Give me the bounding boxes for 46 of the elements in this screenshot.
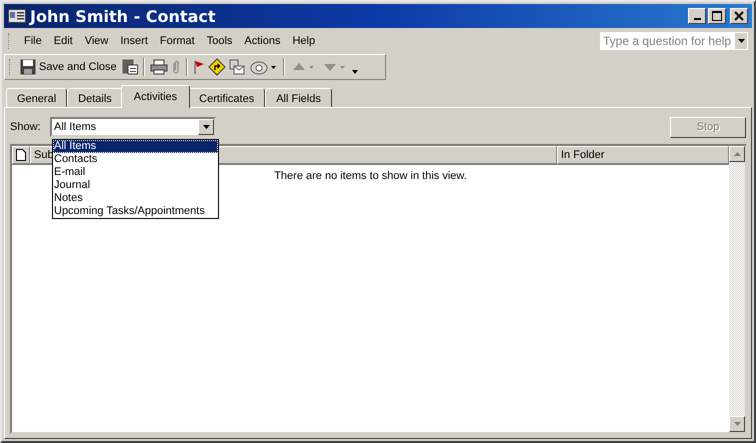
- menu-item[interactable]: Format: [154, 33, 201, 49]
- column-header[interactable]: In Folder: [557, 146, 729, 164]
- tab[interactable]: All Fields: [265, 88, 332, 108]
- dropdown-option[interactable]: Upcoming Tasks/Appointments: [53, 205, 218, 218]
- paperclip-icon[interactable]: [170, 59, 181, 75]
- scroll-down-icon: [734, 422, 740, 426]
- menu-item[interactable]: Help: [286, 33, 322, 49]
- help-search-field[interactable]: Type a question for help: [600, 32, 748, 50]
- caret-icon: [202, 125, 210, 129]
- flag-icon[interactable]: [192, 59, 205, 75]
- scroll-up-icon: [734, 152, 740, 156]
- vertical-scrollbar[interactable]: [729, 146, 745, 432]
- toolbar-options-icon[interactable]: [352, 69, 358, 75]
- show-label: Show:: [10, 121, 42, 133]
- dropdown-option[interactable]: Contacts: [53, 153, 218, 166]
- dropdown-option[interactable]: Notes: [53, 192, 218, 205]
- menu-item[interactable]: Insert: [114, 33, 154, 49]
- diamond-arrow-icon[interactable]: [208, 58, 226, 76]
- close-icon: [734, 11, 744, 21]
- tab[interactable]: General: [6, 88, 68, 108]
- tab[interactable]: Certificates: [188, 88, 266, 108]
- print-icon[interactable]: [150, 59, 168, 75]
- minimize-icon: [694, 18, 700, 20]
- card-envelope-icon[interactable]: [228, 59, 245, 75]
- empty-list-message: There are no items to show in this view.: [274, 170, 467, 182]
- tab[interactable]: Details: [67, 88, 123, 108]
- save-card-icon[interactable]: [122, 59, 138, 75]
- maximize-icon: [712, 11, 722, 21]
- menu-item[interactable]: View: [78, 33, 114, 49]
- menu-item[interactable]: File: [18, 33, 48, 49]
- maximize-button[interactable]: [708, 8, 726, 24]
- minimize-button[interactable]: [688, 8, 706, 24]
- caret-icon: [738, 39, 744, 43]
- page-icon: [16, 149, 26, 161]
- menu-item[interactable]: Edit: [48, 33, 79, 49]
- menu-item[interactable]: Tools: [200, 33, 238, 49]
- close-button[interactable]: [730, 8, 748, 24]
- tab[interactable]: Activities: [120, 85, 190, 108]
- item-type-header[interactable]: [12, 146, 30, 164]
- contact-card-icon: [8, 9, 26, 23]
- menu-item[interactable]: Actions: [238, 33, 286, 49]
- window-title: John Smith - Contact: [30, 6, 216, 26]
- dropdown-option[interactable]: E-mail: [53, 166, 218, 179]
- show-dropdown[interactable]: All Items: [50, 117, 216, 137]
- dropdown-option[interactable]: All Items: [53, 140, 218, 153]
- dropdown-option[interactable]: Journal: [53, 179, 218, 192]
